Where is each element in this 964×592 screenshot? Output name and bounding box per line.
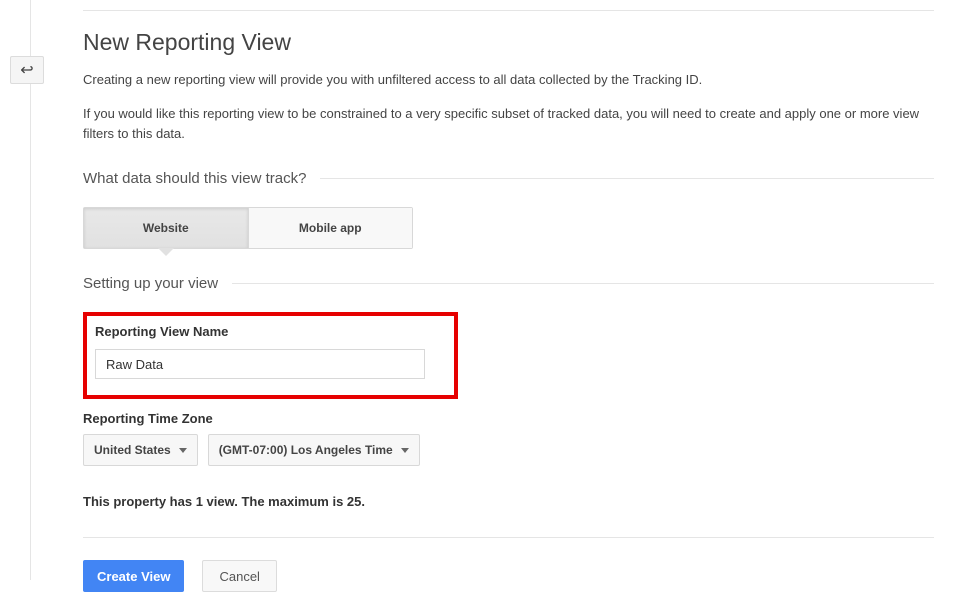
vertical-divider bbox=[30, 0, 31, 580]
cancel-button[interactable]: Cancel bbox=[202, 560, 276, 592]
back-button[interactable]: ↩ bbox=[10, 56, 44, 84]
reporting-view-name-label: Reporting View Name bbox=[95, 324, 446, 339]
top-divider bbox=[83, 10, 934, 11]
action-row: Create View Cancel bbox=[83, 560, 934, 592]
bottom-divider bbox=[83, 537, 934, 538]
data-type-mobile-app-label: Mobile app bbox=[299, 221, 362, 235]
timezone-zone-dropdown[interactable]: (GMT-07:00) Los Angeles Time bbox=[208, 434, 420, 466]
data-type-website-label: Website bbox=[143, 221, 189, 235]
chevron-down-icon bbox=[401, 448, 409, 453]
data-type-toggle: Website Mobile app bbox=[83, 207, 413, 249]
create-view-button[interactable]: Create View bbox=[83, 560, 184, 592]
timezone-zone-value: (GMT-07:00) Los Angeles Time bbox=[219, 443, 393, 457]
data-type-heading: What data should this view track? bbox=[83, 170, 320, 187]
page-title: New Reporting View bbox=[83, 29, 934, 56]
view-setup-section-header: Setting up your view bbox=[83, 275, 934, 292]
data-type-mobile-app-button[interactable]: Mobile app bbox=[248, 208, 413, 248]
property-view-count-note: This property has 1 view. The maximum is… bbox=[83, 494, 934, 509]
reporting-view-name-block: Reporting View Name bbox=[83, 312, 458, 399]
reporting-timezone-label: Reporting Time Zone bbox=[83, 411, 934, 426]
section-divider-line bbox=[320, 178, 934, 179]
data-type-website-button[interactable]: Website bbox=[84, 208, 248, 248]
timezone-country-value: United States bbox=[94, 443, 171, 457]
reporting-timezone-block: Reporting Time Zone United States (GMT-0… bbox=[83, 411, 934, 466]
reporting-view-name-input[interactable] bbox=[95, 349, 425, 379]
section-divider-line bbox=[232, 283, 934, 284]
main-content: New Reporting View Creating a new report… bbox=[83, 0, 934, 592]
back-arrow-icon: ↩ bbox=[20, 60, 33, 80]
description-paragraph-2: If you would like this reporting view to… bbox=[83, 104, 934, 144]
timezone-dropdown-row: United States (GMT-07:00) Los Angeles Ti… bbox=[83, 434, 934, 466]
timezone-country-dropdown[interactable]: United States bbox=[83, 434, 198, 466]
data-type-section-header: What data should this view track? bbox=[83, 170, 934, 187]
view-setup-heading: Setting up your view bbox=[83, 275, 232, 292]
chevron-down-icon bbox=[179, 448, 187, 453]
description-paragraph-1: Creating a new reporting view will provi… bbox=[83, 70, 934, 90]
